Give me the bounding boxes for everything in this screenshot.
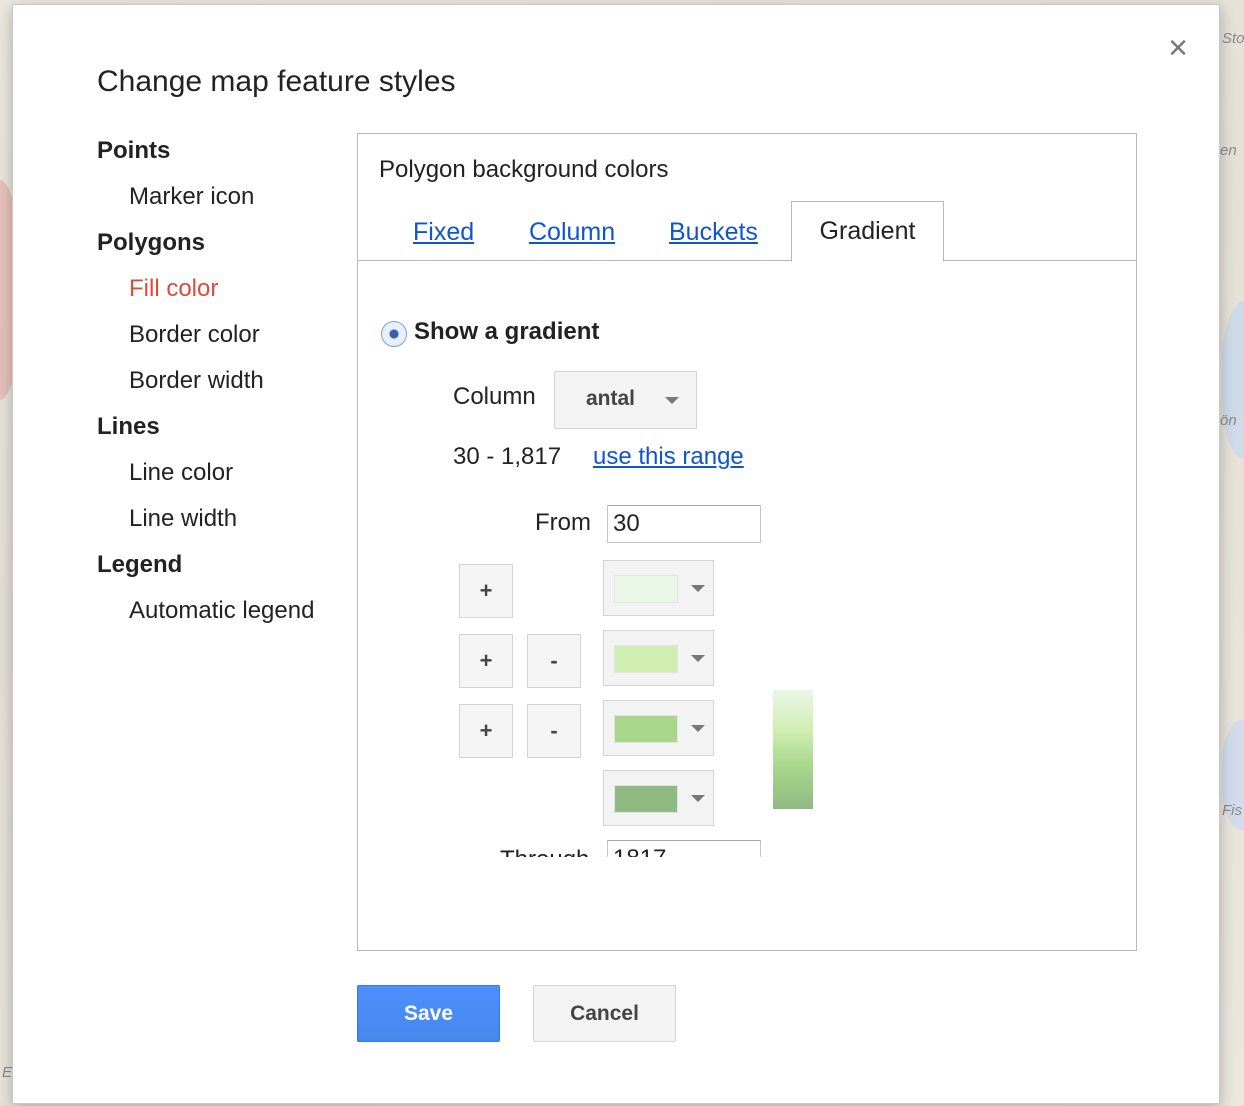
- show-gradient-radio[interactable]: [381, 321, 407, 347]
- panel-title: Polygon background colors: [379, 156, 669, 183]
- style-nav: Points Marker icon Polygons Fill color B…: [97, 131, 314, 637]
- color-swatch: [614, 715, 678, 743]
- column-label: Column: [453, 383, 536, 410]
- through-input[interactable]: [607, 840, 761, 857]
- nav-item-border-width[interactable]: Border width: [97, 361, 314, 407]
- nav-item-automatic-legend[interactable]: Automatic legend: [97, 591, 314, 637]
- map-label: Fis: [1222, 802, 1242, 819]
- map-label: E: [2, 1064, 13, 1081]
- save-button[interactable]: Save: [357, 985, 500, 1042]
- nav-item-fill-color[interactable]: Fill color: [97, 269, 314, 315]
- panel-header: Polygon background colors Fixed Column B…: [358, 134, 1136, 262]
- chevron-down-icon: [691, 725, 705, 732]
- tab-gradient[interactable]: Gradient: [791, 201, 944, 262]
- chevron-down-icon: [691, 655, 705, 662]
- nav-section-polygons: Polygons: [97, 229, 206, 256]
- map-region: [1222, 300, 1244, 460]
- nav-section-points: Points: [97, 137, 171, 164]
- nav-item-marker-icon[interactable]: Marker icon: [97, 177, 314, 223]
- cancel-button[interactable]: Cancel: [533, 985, 676, 1042]
- tab-buckets[interactable]: Buckets: [669, 218, 758, 247]
- column-select-value: antal: [586, 387, 636, 410]
- add-color-button[interactable]: +: [459, 634, 513, 688]
- remove-color-button[interactable]: -: [527, 704, 581, 758]
- style-dialog: × Change map feature styles Points Marke…: [12, 4, 1220, 1104]
- gradient-settings: Show a gradient Column antal 30 - 1,817 …: [358, 262, 1136, 857]
- add-color-button[interactable]: +: [459, 564, 513, 618]
- color-picker-button[interactable]: [603, 700, 714, 756]
- use-this-range-link[interactable]: use this range: [593, 443, 744, 471]
- nav-section-lines: Lines: [97, 413, 160, 440]
- map-label: Sto: [1222, 30, 1244, 47]
- close-icon[interactable]: ×: [1163, 31, 1193, 65]
- nav-item-line-color[interactable]: Line color: [97, 453, 314, 499]
- nav-section-legend: Legend: [97, 551, 183, 578]
- nav-item-border-color[interactable]: Border color: [97, 315, 314, 361]
- through-label: Through: [500, 846, 589, 857]
- map-label: en: [1220, 142, 1237, 159]
- remove-color-button[interactable]: -: [527, 634, 581, 688]
- column-select[interactable]: antal: [554, 371, 697, 429]
- tab-column[interactable]: Column: [529, 218, 615, 247]
- add-color-button[interactable]: +: [459, 704, 513, 758]
- tab-fixed[interactable]: Fixed: [413, 218, 474, 247]
- style-panel: Polygon background colors Fixed Column B…: [357, 133, 1137, 951]
- color-swatch: [614, 575, 678, 603]
- chevron-down-icon: [691, 795, 705, 802]
- color-swatch: [614, 645, 678, 673]
- nav-item-line-width[interactable]: Line width: [97, 499, 314, 545]
- chevron-down-icon: [665, 397, 679, 404]
- show-gradient-label: Show a gradient: [414, 318, 600, 345]
- color-picker-button[interactable]: [603, 560, 714, 616]
- dialog-title: Change map feature styles: [97, 65, 456, 98]
- color-swatch: [614, 785, 678, 813]
- color-picker-button[interactable]: [603, 630, 714, 686]
- gradient-preview: [773, 690, 813, 809]
- map-label: ön: [1220, 412, 1237, 429]
- color-picker-button[interactable]: [603, 770, 714, 826]
- from-label: From: [535, 509, 591, 536]
- range-text: 30 - 1,817: [453, 443, 562, 470]
- from-input[interactable]: [607, 505, 761, 543]
- chevron-down-icon: [691, 585, 705, 592]
